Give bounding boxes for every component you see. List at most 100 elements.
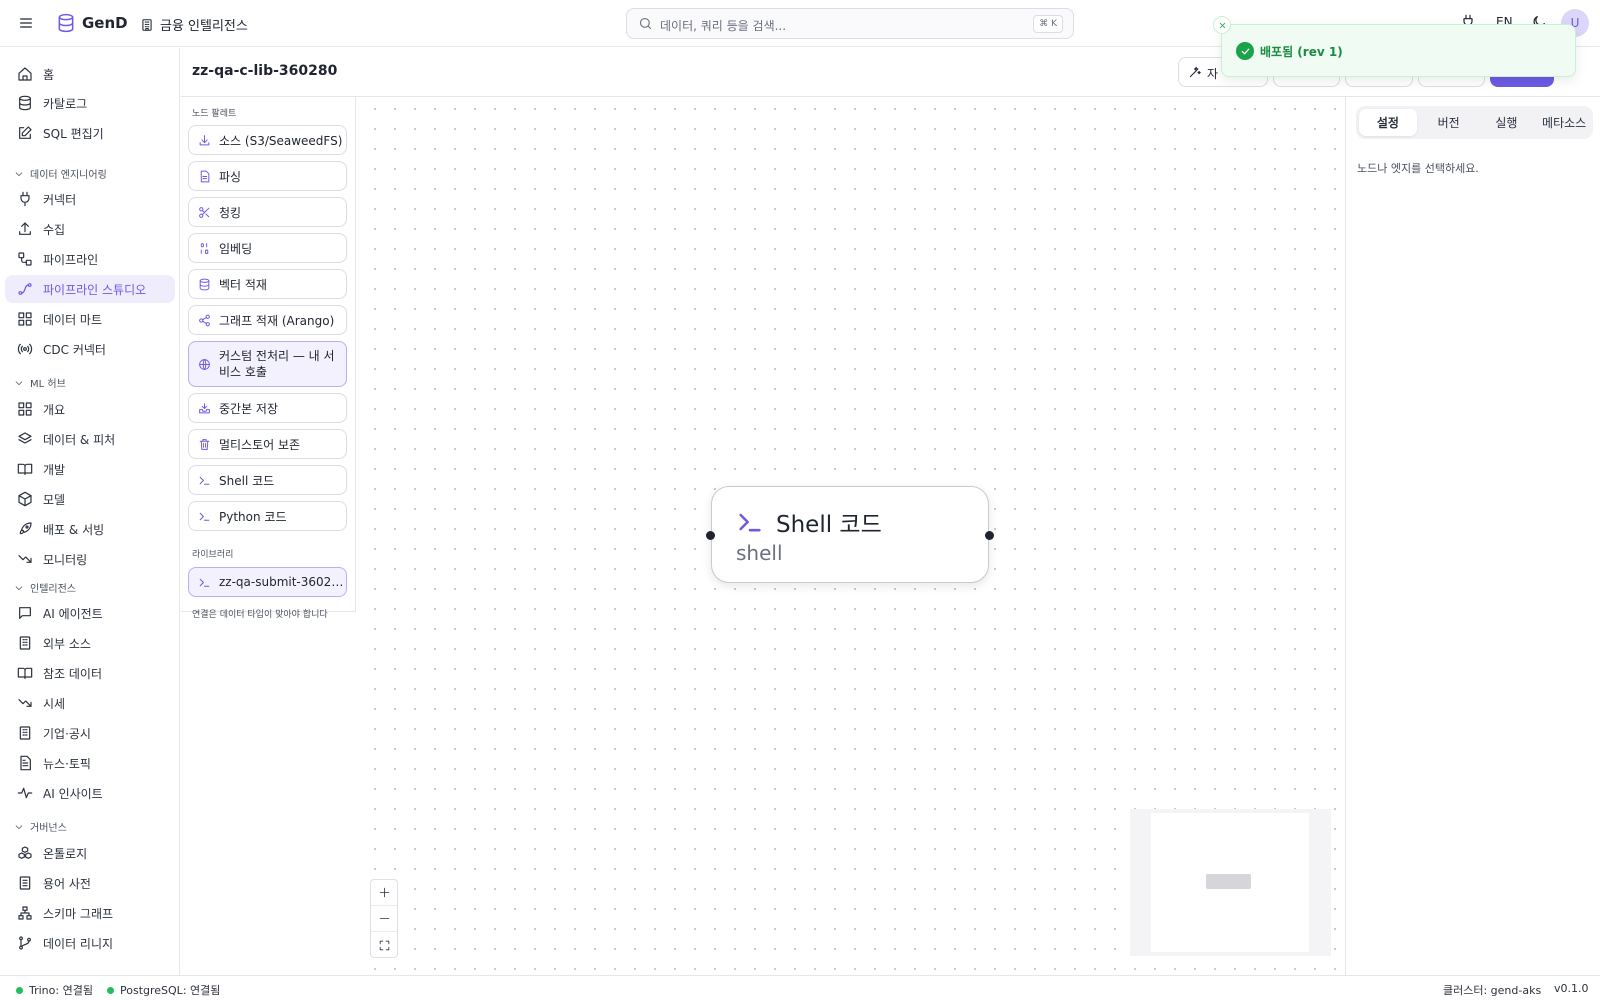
brand-name[interactable]: GenD <box>82 14 128 32</box>
sidebar-item-label: 카탈로그 <box>43 96 88 111</box>
sidebar-item-label: 데이터 & 피처 <box>43 432 116 447</box>
menu-icon[interactable] <box>18 15 34 31</box>
palette-hint: 연결은 데이터 타입이 맞아야 합니다 <box>192 610 328 620</box>
library-item[interactable]: zz-qa-submit-360280 <box>188 567 347 597</box>
sidebar-item-pipelines[interactable]: 파이프라인 <box>5 245 175 273</box>
sidebar: 홈 카탈로그 SQL 편집기 데이터 엔지니어링 커넥터 수집 파이프라인 파이… <box>0 48 180 975</box>
zoom-in-button[interactable] <box>371 880 397 906</box>
sidebar-item-glossary[interactable]: 용어 사전 <box>5 869 175 897</box>
chevron-down-icon <box>14 822 24 832</box>
plus-icon <box>378 886 391 899</box>
success-toast: 배포됨 (rev 1) <box>1213 16 1576 77</box>
sidebar-item-companies-filings[interactable]: 기업·공시 <box>5 719 175 747</box>
sidebar-item-ingest[interactable]: 수집 <box>5 215 175 243</box>
tab-versions[interactable]: 버전 <box>1420 106 1478 139</box>
sidebar-item-label: 참조 데이터 <box>43 666 103 681</box>
palette-item-label: 소스 (S3/SeaweedFS) <box>219 133 343 148</box>
sidebar-item-news-topics[interactable]: 뉴스·토픽 <box>5 749 175 777</box>
node-output-port[interactable] <box>985 531 994 540</box>
sidebar-item-overview[interactable]: 개요 <box>5 395 175 423</box>
auto-layout-label: 자 <box>1207 67 1219 81</box>
sidebar-item-label: 커넥터 <box>43 192 77 207</box>
sidebar-item-monitoring[interactable]: 모니터링 <box>5 545 175 573</box>
fit-view-button[interactable] <box>371 932 397 958</box>
sidebar-item-data-features[interactable]: 데이터 & 피처 <box>5 425 175 453</box>
palette-item-source[interactable]: 소스 (S3/SeaweedFS) <box>188 125 347 155</box>
palette-item-graph-load[interactable]: 그래프 적재 (Arango) <box>188 305 347 335</box>
sidebar-item-label: 홈 <box>43 67 55 82</box>
sidebar-item-external-sources[interactable]: 외부 소스 <box>5 629 175 657</box>
tab-metasource[interactable]: 메타소스 <box>1535 106 1593 139</box>
pipeline-node-shell[interactable]: Shell 코드 shell <box>706 486 994 583</box>
inbox-icon <box>198 402 211 415</box>
trash-icon <box>198 438 211 451</box>
palette-item-label: 멀티스토어 보존 <box>219 437 301 452</box>
sidebar-item-cdc-connectors[interactable]: CDC 커넥터 <box>5 335 175 363</box>
minimap[interactable] <box>1130 809 1331 956</box>
section-data-engineering[interactable]: 데이터 엔지니어링 <box>14 166 107 181</box>
section-governance[interactable]: 거버넌스 <box>14 819 67 834</box>
list-icon <box>17 875 33 891</box>
sidebar-item-data-lineage[interactable]: 데이터 리니지 <box>5 929 175 957</box>
palette-item-label: 청킹 <box>219 205 242 220</box>
sidebar-item-catalog[interactable]: 카탈로그 <box>5 89 175 117</box>
status-dot <box>107 986 114 994</box>
palette-item-shell-code[interactable]: Shell 코드 <box>188 465 347 495</box>
palette-item-intermediate-save[interactable]: 중간본 저장 <box>188 393 347 423</box>
sidebar-item-deploy-serving[interactable]: 배포 & 서빙 <box>5 515 175 543</box>
section-title: 데이터 엔지니어링 <box>30 170 107 181</box>
book-icon <box>17 665 33 681</box>
sidebar-item-pipeline-studio[interactable]: 파이프라인 스튜디오 <box>5 275 175 303</box>
inspector-tabs: 설정 버전 실행 메타소스 <box>1356 106 1593 139</box>
sidebar-item-data-mart[interactable]: 데이터 마트 <box>5 305 175 333</box>
sidebar-item-sql-editor[interactable]: SQL 편집기 <box>5 119 175 147</box>
minimap-node <box>1206 874 1251 889</box>
workspace-switcher[interactable]: 금융 인텔리전스 <box>140 15 248 34</box>
node-subtitle: shell <box>736 541 783 565</box>
sidebar-item-ai-insights[interactable]: AI 인사이트 <box>5 779 175 807</box>
trend-icon <box>17 695 33 711</box>
palette-item-chunking[interactable]: 청킹 <box>188 197 347 227</box>
boxes-icon <box>17 845 33 861</box>
toast-close-button[interactable] <box>1213 16 1231 34</box>
sidebar-item-models[interactable]: 모델 <box>5 485 175 513</box>
sidebar-item-label: AI 인사이트 <box>43 786 103 801</box>
palette-item-vector-load[interactable]: 벡터 적재 <box>188 269 347 299</box>
sidebar-item-ontology[interactable]: 온톨로지 <box>5 839 175 867</box>
sidebar-item-quotes[interactable]: 시세 <box>5 689 175 717</box>
palette-item-parsing[interactable]: 파싱 <box>188 161 347 191</box>
palette-item-label: 벡터 적재 <box>219 277 267 292</box>
palette-item-python-code[interactable]: Python 코드 <box>188 501 347 531</box>
palette-title: 노드 팔레트 <box>192 109 237 119</box>
tab-settings[interactable]: 설정 <box>1359 109 1417 136</box>
sidebar-item-development[interactable]: 개발 <box>5 455 175 483</box>
sidebar-item-label: 개요 <box>43 402 66 417</box>
palette-item-custom-preprocess[interactable]: 커스텀 전처리 — 내 서비스 호출 <box>188 341 347 387</box>
sidebar-item-ai-agent[interactable]: AI 에이전트 <box>5 599 175 627</box>
search-bar[interactable]: 데이터, 쿼리 등을 검색... ⌘ K <box>626 8 1074 39</box>
palette-item-embedding[interactable]: 임베딩 <box>188 233 347 263</box>
section-ml-hub[interactable]: ML 허브 <box>14 375 66 390</box>
building-icon <box>17 635 33 651</box>
file-icon <box>17 755 33 771</box>
sidebar-item-home[interactable]: 홈 <box>5 60 175 88</box>
binary-icon <box>198 242 211 255</box>
sidebar-item-schema-graph[interactable]: 스키마 그래프 <box>5 899 175 927</box>
sidebar-item-label: 용어 사전 <box>43 876 91 891</box>
network-icon <box>17 905 33 921</box>
sidebar-item-connectors[interactable]: 커넥터 <box>5 185 175 213</box>
section-intelligence[interactable]: 인텔리전스 <box>14 580 76 595</box>
pipeline-canvas[interactable]: Shell 코드 shell <box>357 97 1345 975</box>
sidebar-item-label: 뉴스·토픽 <box>43 756 91 771</box>
terminal-icon <box>198 510 211 523</box>
inspector-panel: 설정 버전 실행 메타소스 노드나 엣지를 선택하세요. <box>1345 97 1600 975</box>
box-icon <box>17 491 33 507</box>
palette-item-label: 그래프 적재 (Arango) <box>219 313 335 328</box>
tab-runs[interactable]: 실행 <box>1478 106 1536 139</box>
radio-icon <box>17 341 33 357</box>
zoom-out-button[interactable] <box>371 906 397 932</box>
sidebar-item-reference-data[interactable]: 참조 데이터 <box>5 659 175 687</box>
node-input-port[interactable] <box>706 531 715 540</box>
palette-item-multistore-retain[interactable]: 멀티스토어 보존 <box>188 429 347 459</box>
building-icon <box>140 18 154 32</box>
